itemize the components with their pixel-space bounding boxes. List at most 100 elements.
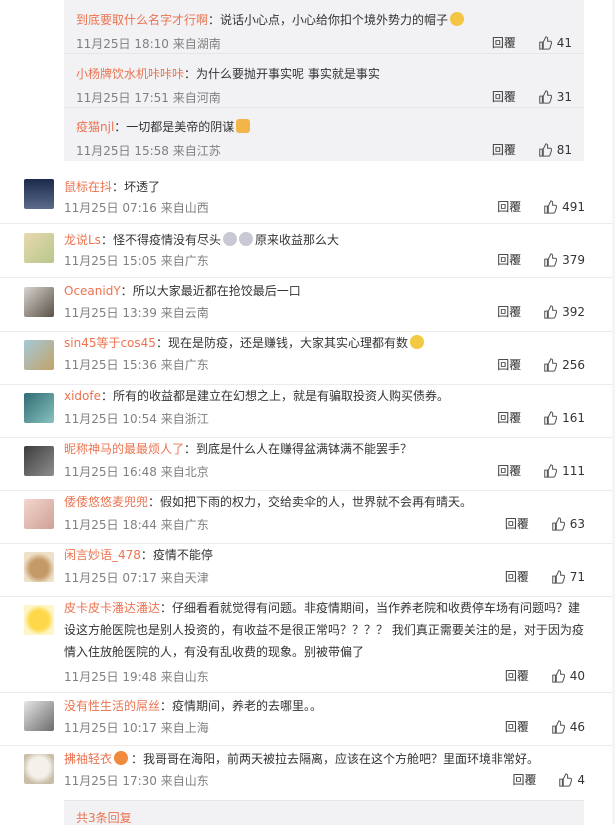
like-button[interactable]: 392 xyxy=(543,305,585,319)
comment-item: 昵称神马的最最烦人了：到底是什么人在赚得盆满钵满不能罢手？ 11月25日 16:… xyxy=(0,437,615,491)
reply-button[interactable]: 回覆 xyxy=(505,718,529,735)
reply-meta: 11月25日 17:51 来自河南 xyxy=(76,91,221,105)
comment-text-continued: 原来收益那么大 xyxy=(254,233,339,247)
comment-username[interactable]: 倭倭悠悠麦兜兜 xyxy=(64,495,148,509)
comment-item: OceanidY：所以大家最近都在抢饺最后一口 11月25日 13:39 来自云… xyxy=(0,278,615,332)
sad-face-icon xyxy=(222,232,237,246)
thumbs-up-icon xyxy=(538,89,552,104)
avatar[interactable] xyxy=(24,393,54,423)
comment-text: 所以大家最近都在抢饺最后一口 xyxy=(132,284,301,298)
thumbs-up-icon xyxy=(559,772,573,787)
reply-button[interactable]: 回覆 xyxy=(505,515,529,532)
like-button[interactable]: 40 xyxy=(551,669,585,683)
sad-face-icon xyxy=(238,232,253,246)
like-button[interactable]: 4 xyxy=(558,773,585,787)
comment-username[interactable]: 皮卡皮卡潘达潘达 xyxy=(64,601,160,615)
avatar[interactable] xyxy=(24,701,54,731)
thumbs-up-icon xyxy=(551,668,565,683)
reply-button[interactable]: 回覆 xyxy=(505,568,529,585)
like-button[interactable]: 31 xyxy=(538,90,572,104)
reply-button[interactable]: 回覆 xyxy=(492,88,516,105)
reply-username[interactable]: 小杨牌饮水机咔咔咔 xyxy=(76,67,184,81)
comment-meta: 11月25日 15:05 来自广东 xyxy=(64,254,209,268)
reply-item: 小杨牌饮水机咔咔咔：为什么要抛开事实呢 事实就是事实 11月25日 17:51 … xyxy=(64,54,584,108)
like-button[interactable]: 71 xyxy=(551,570,585,584)
comment-text: 坏透了 xyxy=(124,180,161,194)
like-button[interactable]: 256 xyxy=(543,358,585,372)
thumbs-up-icon xyxy=(551,719,565,734)
like-count: 392 xyxy=(562,304,585,319)
like-button[interactable]: 379 xyxy=(543,253,585,267)
like-count: 491 xyxy=(562,199,585,214)
comment-meta: 11月25日 15:36 来自广东 xyxy=(64,358,209,372)
comment-item: sin45等于cos45：现在是防疫，还是赚钱，大家其实心理都有数 11月25日… xyxy=(0,331,615,385)
comment-username[interactable]: 昵称神马的最最烦人了 xyxy=(64,442,184,456)
comment-meta: 11月25日 16:48 来自北京 xyxy=(64,465,209,479)
comment-item: xidofe：所有的收益都是建立在幻想之上，就是有骗取投资人购买债券。 11月2… xyxy=(0,384,615,438)
avatar[interactable] xyxy=(24,605,54,635)
reply-username[interactable]: 到底要取什么名字才行啊 xyxy=(76,13,208,27)
reply-text: 一切都是美帝的阴谋 xyxy=(126,120,235,134)
reply-item: 到底要取什么名字才行啊：说话小心点，小心给你扣个境外势力的帽子 11月25日 1… xyxy=(64,0,584,54)
reply-button[interactable]: 回覆 xyxy=(497,356,521,373)
thumbs-up-icon xyxy=(544,252,558,267)
comment-text: 我哥哥在海阳，前两天被拉去隔离，应该在这个方舱吧？里面环境非常好。 xyxy=(143,752,540,766)
comment-item: 倭倭悠悠麦兜兜：假如把下雨的权力，交给卖伞的人，世界就不会再有晴天。 11月25… xyxy=(0,490,615,544)
comment-username[interactable]: sin45等于cos45 xyxy=(64,336,156,350)
comment-item: 闲言妙语_478：疫情不能停 11月25日 07:17 来自天津 回覆 71 xyxy=(0,543,615,597)
avatar[interactable] xyxy=(24,499,54,529)
like-button[interactable]: 81 xyxy=(538,143,572,157)
like-button[interactable]: 63 xyxy=(551,517,585,531)
reply-button[interactable]: 回覆 xyxy=(497,251,521,268)
comment-item: 皮卡皮卡潘达潘达：仔细看看就觉得有问题。非疫情期间，当作养老院和收费停车场有问题… xyxy=(0,596,615,693)
comment-text: 疫情不能停 xyxy=(152,548,213,562)
reply-button[interactable]: 回覆 xyxy=(497,462,521,479)
avatar[interactable] xyxy=(24,446,54,476)
comment-item: 没有性生活的屌丝：疫情期间，养老的去哪里。。 11月25日 10:17 来自上海… xyxy=(0,692,615,746)
like-button[interactable]: 41 xyxy=(538,36,572,50)
comment-username[interactable]: OceanidY xyxy=(64,284,121,298)
comment-username[interactable]: 拂袖轻衣 xyxy=(64,752,112,766)
more-replies-bar[interactable]: 共3条回复 xyxy=(64,800,584,825)
comment-username[interactable]: 闲言妙语_478 xyxy=(64,548,141,562)
reply-username[interactable]: 疫猫njl xyxy=(76,120,114,134)
like-button[interactable]: 491 xyxy=(543,200,585,214)
reply-button[interactable]: 回覆 xyxy=(497,409,521,426)
reply-button[interactable]: 回覆 xyxy=(513,771,537,788)
thumbs-up-icon xyxy=(544,410,558,425)
comment-username[interactable]: 龙说Ls xyxy=(64,233,101,247)
comment-meta: 11月25日 10:17 来自上海 xyxy=(64,721,209,735)
reply-button[interactable]: 回覆 xyxy=(497,198,521,215)
thumbs-up-emoji-icon xyxy=(236,119,251,133)
avatar[interactable] xyxy=(24,233,54,263)
comment-text: 假如把下雨的权力，交给卖伞的人，世界就不会再有晴天。 xyxy=(160,495,473,509)
reply-text: 说话小心点，小心给你扣个境外势力的帽子 xyxy=(220,13,449,27)
like-count: 161 xyxy=(562,410,585,425)
reply-button[interactable]: 回覆 xyxy=(505,667,529,684)
like-button[interactable]: 46 xyxy=(551,720,585,734)
thumbs-up-icon xyxy=(544,199,558,214)
more-replies-link[interactable]: 共3条回复 xyxy=(76,809,132,826)
reply-item: 疫猫njl：一切都是美帝的阴谋 11月25日 15:58 来自江苏 回覆 81 xyxy=(76,119,572,158)
reply-button[interactable]: 回覆 xyxy=(497,303,521,320)
comment-meta: 11月25日 19:48 来自山东 xyxy=(64,670,209,684)
reply-button[interactable]: 回覆 xyxy=(492,141,516,158)
like-button[interactable]: 161 xyxy=(543,411,585,425)
reply-button[interactable]: 回覆 xyxy=(492,34,516,51)
avatar[interactable] xyxy=(24,287,54,317)
comment-text: 现在是防疫，还是赚钱，大家其实心理都有数 xyxy=(167,336,408,350)
like-button[interactable]: 111 xyxy=(543,464,585,478)
avatar[interactable] xyxy=(24,552,54,582)
comment-username[interactable]: 没有性生活的屌丝 xyxy=(64,699,160,713)
avatar[interactable] xyxy=(24,179,54,209)
comment-item: 拂袖轻衣 ：我哥哥在海阳，前两天被拉去隔离，应该在这个方舱吧？里面环境非常好。 1… xyxy=(0,745,615,797)
comment-username[interactable]: xidofe xyxy=(64,389,101,403)
avatar[interactable] xyxy=(24,340,54,370)
comment-username[interactable]: 鼠标在抖 xyxy=(64,180,112,194)
reply-meta: 11月25日 18:10 来自湖南 xyxy=(76,37,221,51)
heart-face-icon xyxy=(114,751,129,765)
like-count: 81 xyxy=(556,142,572,157)
avatar[interactable] xyxy=(24,754,54,784)
like-count: 40 xyxy=(569,668,585,683)
like-count: 4 xyxy=(577,772,585,787)
